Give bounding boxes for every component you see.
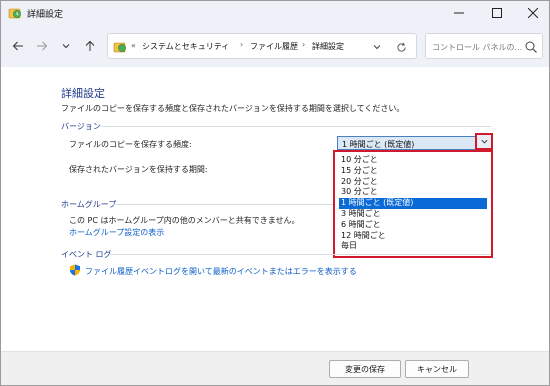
search-icon[interactable] (524, 40, 538, 54)
dropdown-option[interactable]: 12 時間ごと (339, 231, 487, 242)
section-divider (101, 126, 491, 127)
advanced-settings-window: 詳細設定 « システムとセキュリティ › ファイル履歴 › 詳細設定 コントロー… (0, 0, 550, 386)
arrow-up-icon (85, 40, 95, 51)
chevron-down-icon (373, 45, 381, 50)
maximize-button[interactable] (479, 1, 515, 25)
breadcrumb-file-history[interactable]: ファイル履歴 (250, 41, 298, 52)
chevron-down-icon (480, 139, 488, 144)
breadcrumb-separator-icon[interactable]: › (302, 40, 305, 49)
save-frequency-value: 1 時間ごと (既定値) (342, 140, 415, 149)
arrow-left-icon (12, 41, 23, 51)
close-icon (528, 8, 538, 18)
breadcrumb-overflow[interactable]: « (131, 41, 136, 50)
chevron-down-icon (62, 44, 70, 49)
save-frequency-dropdown-button[interactable] (475, 133, 493, 150)
section-versions-heading: バージョン (61, 122, 101, 131)
forward-button[interactable] (33, 37, 51, 55)
file-history-app-icon (8, 8, 21, 19)
navigation-bar: « システムとセキュリティ › ファイル履歴 › 詳細設定 コントロール パネル… (1, 25, 549, 67)
section-divider (113, 204, 333, 205)
back-button[interactable] (9, 37, 27, 55)
dropdown-option[interactable]: 30 分ごと (339, 187, 487, 198)
dropdown-options: 10 分ごと 15 分ごと 20 分ごと 30 分ごと 1 時間ごと (既定値) 3 時間… (339, 155, 487, 252)
breadcrumb-advanced-settings[interactable]: 詳細設定 (312, 41, 344, 52)
minimize-icon (454, 12, 464, 14)
main-content: 詳細設定 ファイルのコピーを保存する頻度と保存されたバージョンを保持する期間を選… (1, 67, 549, 351)
save-frequency-select[interactable]: 1 時間ごと (既定値) (337, 136, 491, 150)
homegroup-message: この PC はホームグループ内の他のメンバーと共有できません。 (69, 216, 300, 225)
page-title: 詳細設定 (61, 87, 105, 100)
dropdown-option[interactable]: 15 分ごと (339, 166, 487, 177)
section-divider (109, 254, 491, 255)
address-bar[interactable]: « システムとセキュリティ › ファイル履歴 › 詳細設定 (107, 33, 417, 59)
shield-icon (70, 264, 80, 276)
window-title: 詳細設定 (27, 10, 64, 20)
dropdown-option[interactable]: 3 時間ごと (339, 209, 487, 220)
minimize-button[interactable] (441, 1, 477, 25)
dropdown-option[interactable]: 10 分ごと (339, 155, 487, 166)
section-homegroup-heading: ホームグループ (61, 200, 117, 209)
refresh-icon (396, 42, 406, 52)
page-description: ファイルのコピーを保存する頻度と保存されたバージョンを保持する期間を選択してくだ… (61, 104, 405, 113)
footer-bar: 変更の保存 キャンセル (1, 351, 549, 385)
save-changes-button[interactable]: 変更の保存 (329, 360, 401, 378)
up-button[interactable] (81, 37, 99, 55)
breadcrumb-separator-icon[interactable]: › (240, 40, 243, 49)
dropdown-option[interactable]: 6 時間ごと (339, 220, 487, 231)
dropdown-option[interactable]: 20 分ごと (339, 177, 487, 188)
maximize-icon (492, 8, 502, 18)
arrow-right-icon (37, 41, 48, 51)
control-panel-icon (113, 42, 126, 53)
cancel-button[interactable]: キャンセル (405, 360, 469, 378)
breadcrumb-system-security[interactable]: システムとセキュリティ (142, 41, 229, 52)
title-bar: 詳細設定 (1, 1, 549, 25)
close-button[interactable] (515, 1, 549, 25)
recent-locations-button[interactable] (57, 37, 75, 55)
save-frequency-dropdown-list: 10 分ごと 15 分ごと 20 分ごと 30 分ごと 1 時間ごと (既定値) 3 時間… (333, 150, 493, 258)
search-placeholder: コントロール パネルの... (432, 43, 523, 52)
save-frequency-label: ファイルのコピーを保存する頻度: (69, 140, 192, 149)
homegroup-settings-link[interactable]: ホームグループ設定の表示 (69, 227, 164, 238)
dropdown-option[interactable]: 1 時間ごと (既定値) (339, 198, 487, 209)
event-log-link[interactable]: ファイル履歴イベントログを開いて最新のイベントまたはエラーを表示する (85, 266, 357, 277)
address-dropdown-button[interactable] (370, 40, 384, 54)
refresh-button[interactable] (394, 40, 408, 54)
section-eventlog-heading: イベント ログ (61, 250, 112, 259)
search-box[interactable]: コントロール パネルの... (425, 33, 543, 59)
retention-label: 保存されたバージョンを保持する期間: (69, 165, 208, 174)
dropdown-option[interactable]: 毎日 (339, 241, 487, 252)
